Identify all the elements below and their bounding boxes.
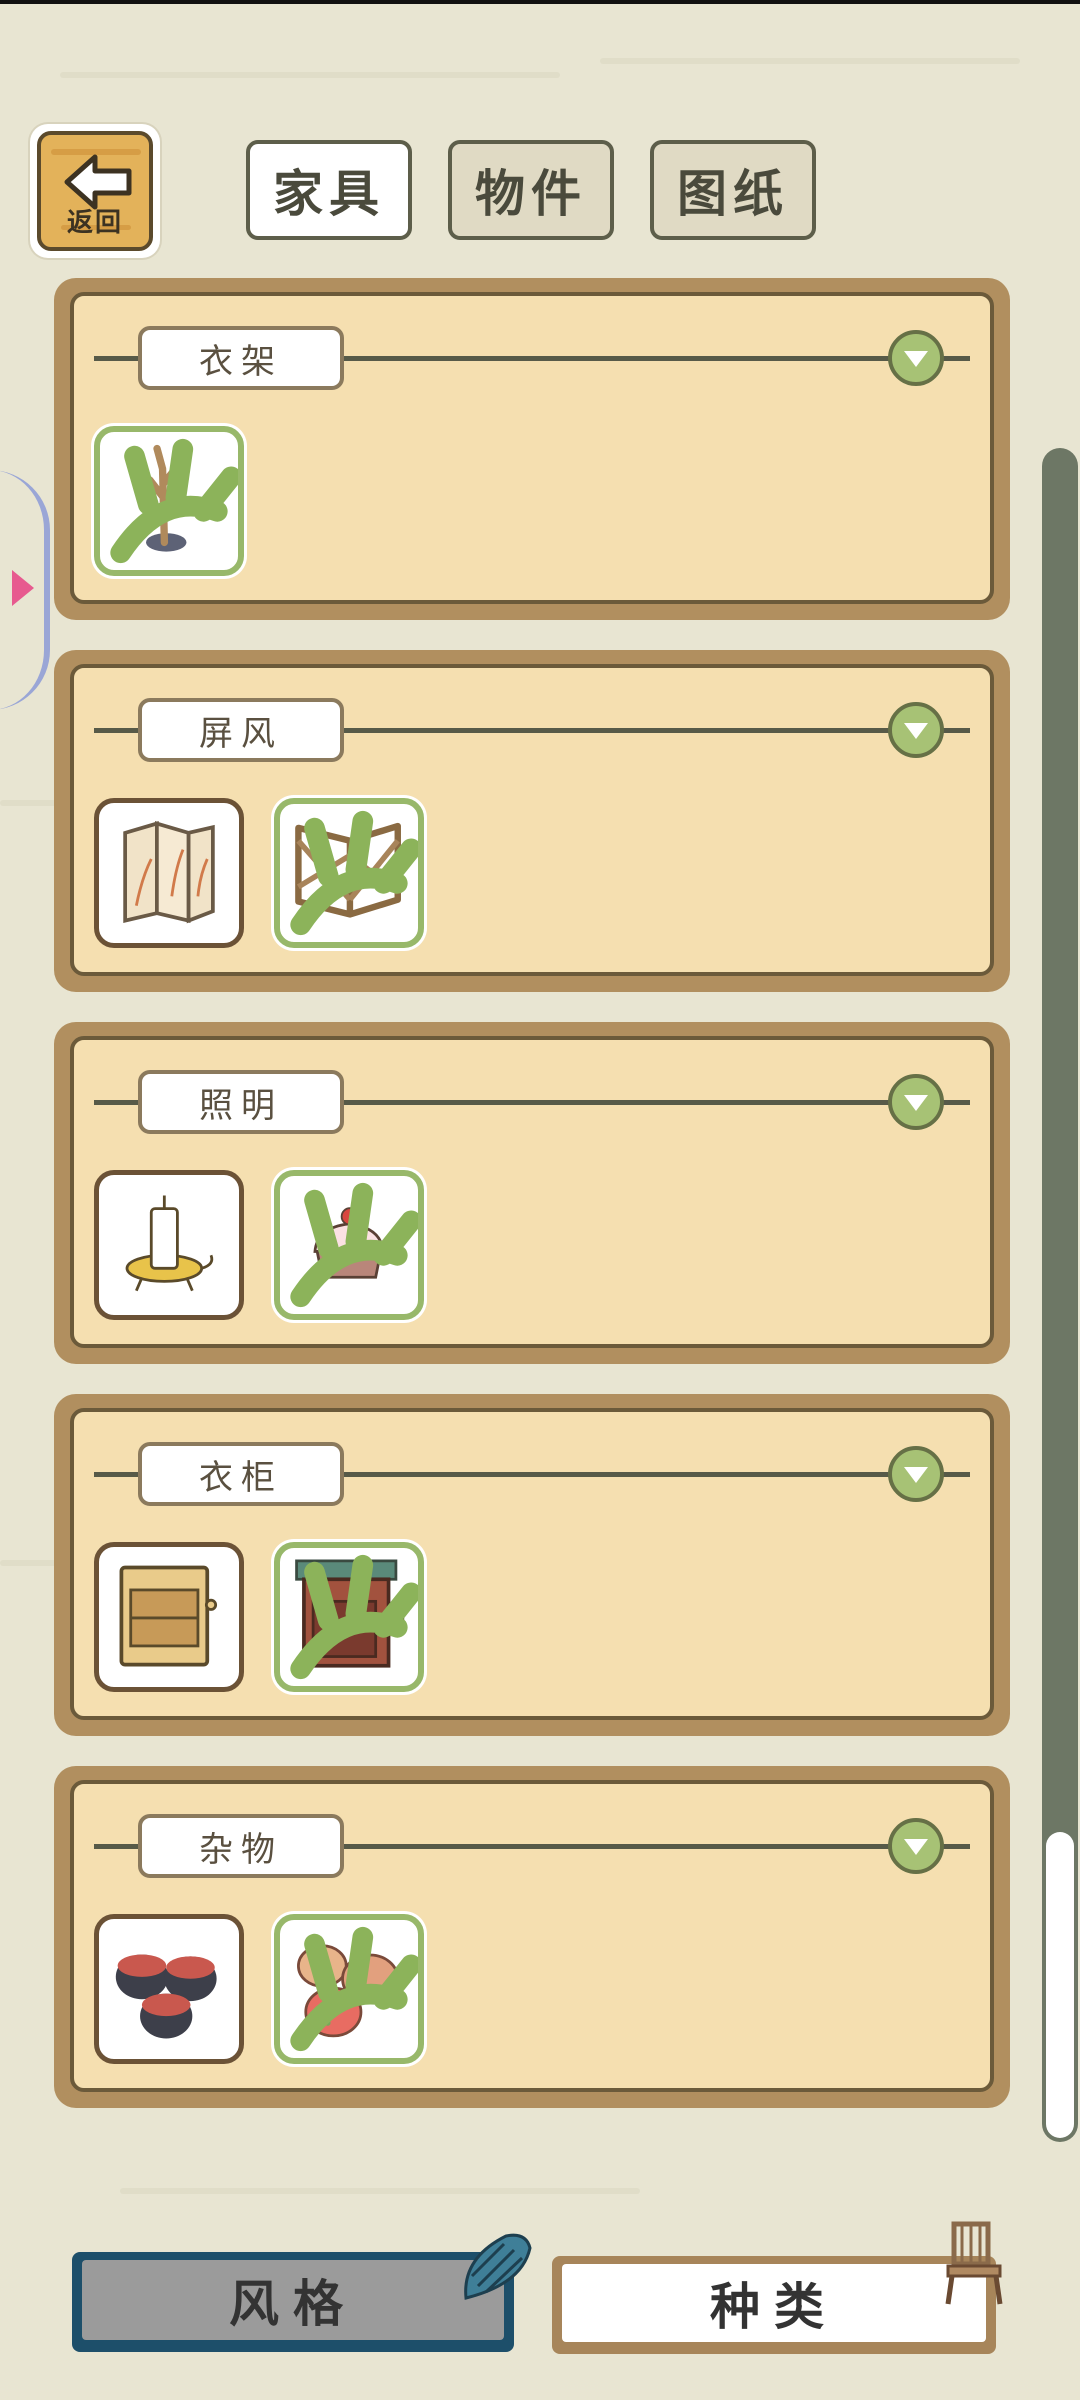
item-jars[interactable] (94, 1914, 244, 2064)
item-candle[interactable] (94, 1170, 244, 1320)
item-coat-rack[interactable] (94, 426, 244, 576)
tab-blueprints[interactable]: 图纸 (650, 140, 816, 240)
kind-button[interactable]: 种类 (552, 2256, 996, 2354)
chevron-down-icon[interactable] (888, 702, 944, 758)
item-sacks[interactable] (274, 1914, 424, 2064)
frog-paw-icon (290, 810, 418, 936)
frog-paw-icon (290, 1926, 418, 2052)
frog-paw-icon (290, 1182, 418, 1308)
style-button[interactable]: 风格 (72, 2252, 514, 2352)
frog-paw-icon (290, 1554, 418, 1680)
panel-body: 衣架 (70, 292, 994, 604)
item-cake-lamp[interactable] (274, 1170, 424, 1320)
arrow-right-icon[interactable] (12, 570, 34, 606)
bg-stroke (600, 58, 1020, 64)
bg-stroke (120, 2188, 640, 2194)
tab-furniture[interactable]: 家具 (246, 140, 412, 240)
category-label: 屏风 (138, 698, 344, 762)
back-label: 返回 (66, 208, 123, 238)
category-panel-coat-rack: 衣架 (54, 278, 1010, 620)
wood-cabinet-icon (119, 1565, 218, 1667)
chevron-down-icon[interactable] (888, 1818, 944, 1874)
category-panel-wardrobe: 衣柜 (54, 1394, 1010, 1736)
panel-body: 照明 (70, 1036, 994, 1348)
category-panel-screen: 屏风 (54, 650, 1010, 992)
shell-icon (464, 2233, 532, 2300)
category-panel-misc: 杂物 (54, 1766, 1010, 2108)
frog-paw-icon (110, 438, 238, 564)
category-label: 杂物 (138, 1814, 344, 1878)
category-panel-lighting: 照明 (54, 1022, 1010, 1364)
back-button[interactable]: 返回 (30, 124, 160, 258)
category-label: 照明 (138, 1070, 344, 1134)
category-label: 衣架 (138, 326, 344, 390)
back-button-face: 返回 (37, 131, 153, 251)
panel-body: 衣柜 (70, 1408, 994, 1720)
item-wood-cabinet[interactable] (94, 1542, 244, 1692)
jars-icon (115, 1954, 217, 2039)
bg-stroke (60, 72, 560, 78)
candle-icon (125, 1195, 214, 1292)
category-label: 衣柜 (138, 1442, 344, 1506)
item-lattice-screen[interactable] (274, 798, 424, 948)
chair-icon (945, 2221, 1003, 2305)
chevron-down-icon[interactable] (888, 330, 944, 386)
style-button-label: 风格 (82, 2260, 504, 2340)
item-folding-screen[interactable] (94, 798, 244, 948)
chevron-down-icon[interactable] (888, 1074, 944, 1130)
tab-objects[interactable]: 物件 (448, 140, 614, 240)
status-bar (0, 0, 1080, 4)
chevron-down-icon[interactable] (888, 1446, 944, 1502)
panel-body: 屏风 (70, 664, 994, 976)
panel-body: 杂物 (70, 1780, 994, 2092)
scrollbar-thumb[interactable] (1046, 1832, 1074, 2138)
kind-button-label: 种类 (562, 2264, 986, 2342)
folding-screen-icon (123, 821, 215, 924)
item-red-cabinet[interactable] (274, 1542, 424, 1692)
